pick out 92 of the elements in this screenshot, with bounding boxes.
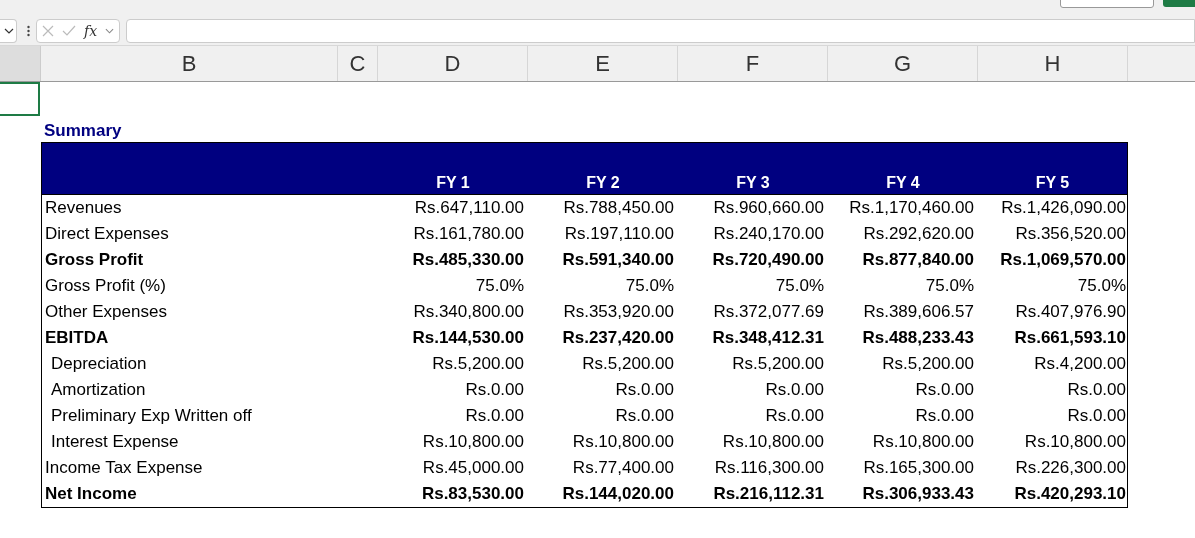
table-cell: Rs.353,920.00 bbox=[563, 302, 674, 321]
table-cell: Rs.960,660.00 bbox=[713, 198, 824, 217]
table-cell: Rs.348,412.31 bbox=[712, 328, 824, 347]
table-cell: Rs.0.00 bbox=[765, 380, 824, 399]
table-cell: Rs.5,200.00 bbox=[882, 354, 974, 373]
column-header[interactable]: B bbox=[41, 46, 338, 81]
row-label: Revenues bbox=[45, 198, 122, 217]
column-header[interactable]: D bbox=[378, 46, 528, 81]
table-cell: Rs.0.00 bbox=[1067, 380, 1126, 399]
table-cell: Rs.83,530.00 bbox=[421, 484, 524, 503]
table-cell: Rs.0.00 bbox=[915, 406, 974, 425]
formula-input[interactable] bbox=[126, 19, 1195, 43]
table-cell: Rs.0.00 bbox=[465, 406, 524, 425]
table-cell: Rs.10,800.00 bbox=[1024, 432, 1126, 451]
table-cell: Rs.0.00 bbox=[465, 380, 524, 399]
table-cell: Rs.10,800.00 bbox=[572, 432, 674, 451]
row-label: Interest Expense bbox=[51, 432, 179, 451]
table-cell: Rs.161,780.00 bbox=[413, 224, 524, 243]
table-cell: Rs.5,200.00 bbox=[582, 354, 674, 373]
table-cell: Rs.10,800.00 bbox=[872, 432, 974, 451]
table-cell: Rs.0.00 bbox=[1067, 406, 1126, 425]
table-cell: Rs.1,426,090.00 bbox=[1001, 198, 1126, 217]
table-cell: Rs.788,450.00 bbox=[563, 198, 674, 217]
table-cell: Rs.340,800.00 bbox=[413, 302, 524, 321]
row-label: Preliminary Exp Written off bbox=[51, 406, 252, 425]
table-cell: Rs.240,170.00 bbox=[713, 224, 824, 243]
row-label: Gross Profit (%) bbox=[45, 276, 166, 295]
table-cell: 75.0% bbox=[1077, 276, 1126, 295]
cancel-icon[interactable] bbox=[42, 25, 54, 37]
column-heading: FY 2 bbox=[586, 174, 620, 191]
table-cell: Rs.1,170,460.00 bbox=[849, 198, 974, 217]
table-cell: Rs.45,000.00 bbox=[422, 458, 524, 477]
table-cell: Rs.647,110.00 bbox=[414, 198, 524, 217]
table-cell: Rs.5,200.00 bbox=[432, 354, 524, 373]
table-cell: Rs.116,300.00 bbox=[714, 458, 824, 477]
table-cell: Rs.485,330.00 bbox=[412, 250, 524, 269]
table-cell: 75.0% bbox=[475, 276, 524, 295]
row-label: Income Tax Expense bbox=[45, 458, 203, 477]
column-header[interactable]: C bbox=[338, 46, 378, 81]
column-header[interactable]: H bbox=[978, 46, 1128, 81]
table-cell: Rs.720,490.00 bbox=[712, 250, 824, 269]
row-label: Depreciation bbox=[51, 354, 147, 373]
table-cell: Rs.591,340.00 bbox=[562, 250, 674, 269]
table-cell: Rs.407,976.90 bbox=[1015, 302, 1126, 321]
table-cell: Rs.4,200.00 bbox=[1034, 354, 1126, 373]
row-label: EBITDA bbox=[45, 328, 109, 347]
table-cell: Rs.1,069,570.00 bbox=[1000, 250, 1126, 269]
table-cell: Rs.165,300.00 bbox=[863, 458, 974, 477]
row-label: Other Expenses bbox=[45, 302, 167, 321]
table-cell: 75.0% bbox=[625, 276, 674, 295]
table-cell: Rs.10,800.00 bbox=[422, 432, 524, 451]
summary-title: Summary bbox=[43, 120, 123, 142]
row-label: Gross Profit bbox=[45, 250, 144, 269]
table-cell: Rs.5,200.00 bbox=[732, 354, 824, 373]
table-cell: Rs.0.00 bbox=[615, 380, 674, 399]
table-cell: Rs.216,112.31 bbox=[713, 484, 824, 503]
row-label: Net Income bbox=[45, 484, 137, 503]
column-header[interactable]: E bbox=[528, 46, 678, 81]
table-cell: Rs.77,400.00 bbox=[572, 458, 674, 477]
table-cell: Rs.0.00 bbox=[765, 406, 824, 425]
check-icon[interactable] bbox=[62, 25, 76, 37]
table-cell: Rs.306,933.43 bbox=[862, 484, 974, 503]
table-cell: 75.0% bbox=[925, 276, 974, 295]
column-header[interactable]: G bbox=[828, 46, 978, 81]
table-cell: Rs.10,800.00 bbox=[722, 432, 824, 451]
table-cell: Rs.389,606.57 bbox=[863, 302, 974, 321]
table-cell: 75.0% bbox=[775, 276, 824, 295]
table-cell: Rs.0.00 bbox=[615, 406, 674, 425]
table-cell: Rs.661,593.10 bbox=[1014, 328, 1126, 347]
table-cell: Rs.292,620.00 bbox=[863, 224, 974, 243]
row-label: Direct Expenses bbox=[45, 224, 169, 243]
function-button[interactable]: fx bbox=[84, 23, 98, 39]
more-icon[interactable] bbox=[27, 25, 30, 37]
table-cell: Rs.877,840.00 bbox=[862, 250, 974, 269]
table-cell: Rs.488,233.43 bbox=[862, 328, 974, 347]
table-cell: Rs.144,020.00 bbox=[562, 484, 674, 503]
table-cell: Rs.420,293.10 bbox=[1014, 484, 1126, 503]
table-cell: Rs.372,077.69 bbox=[713, 302, 824, 321]
table-cell: Rs.197,110.00 bbox=[564, 224, 674, 243]
selected-cell[interactable] bbox=[0, 82, 40, 116]
table-cell: Rs.237,420.00 bbox=[562, 328, 674, 347]
column-heading: FY 4 bbox=[886, 174, 920, 191]
column-header[interactable]: F bbox=[678, 46, 828, 81]
table-cell: Rs.226,300.00 bbox=[1015, 458, 1126, 477]
table-cell: Rs.144,530.00 bbox=[412, 328, 524, 347]
column-heading: FY 1 bbox=[436, 174, 470, 191]
chevron-down-icon[interactable] bbox=[4, 28, 14, 34]
row-label: Amortization bbox=[51, 380, 146, 399]
column-heading: FY 3 bbox=[736, 174, 770, 191]
table-cell: Rs.356,520.00 bbox=[1015, 224, 1126, 243]
column-heading: FY 5 bbox=[1035, 174, 1070, 191]
table-cell: Rs.0.00 bbox=[915, 380, 974, 399]
